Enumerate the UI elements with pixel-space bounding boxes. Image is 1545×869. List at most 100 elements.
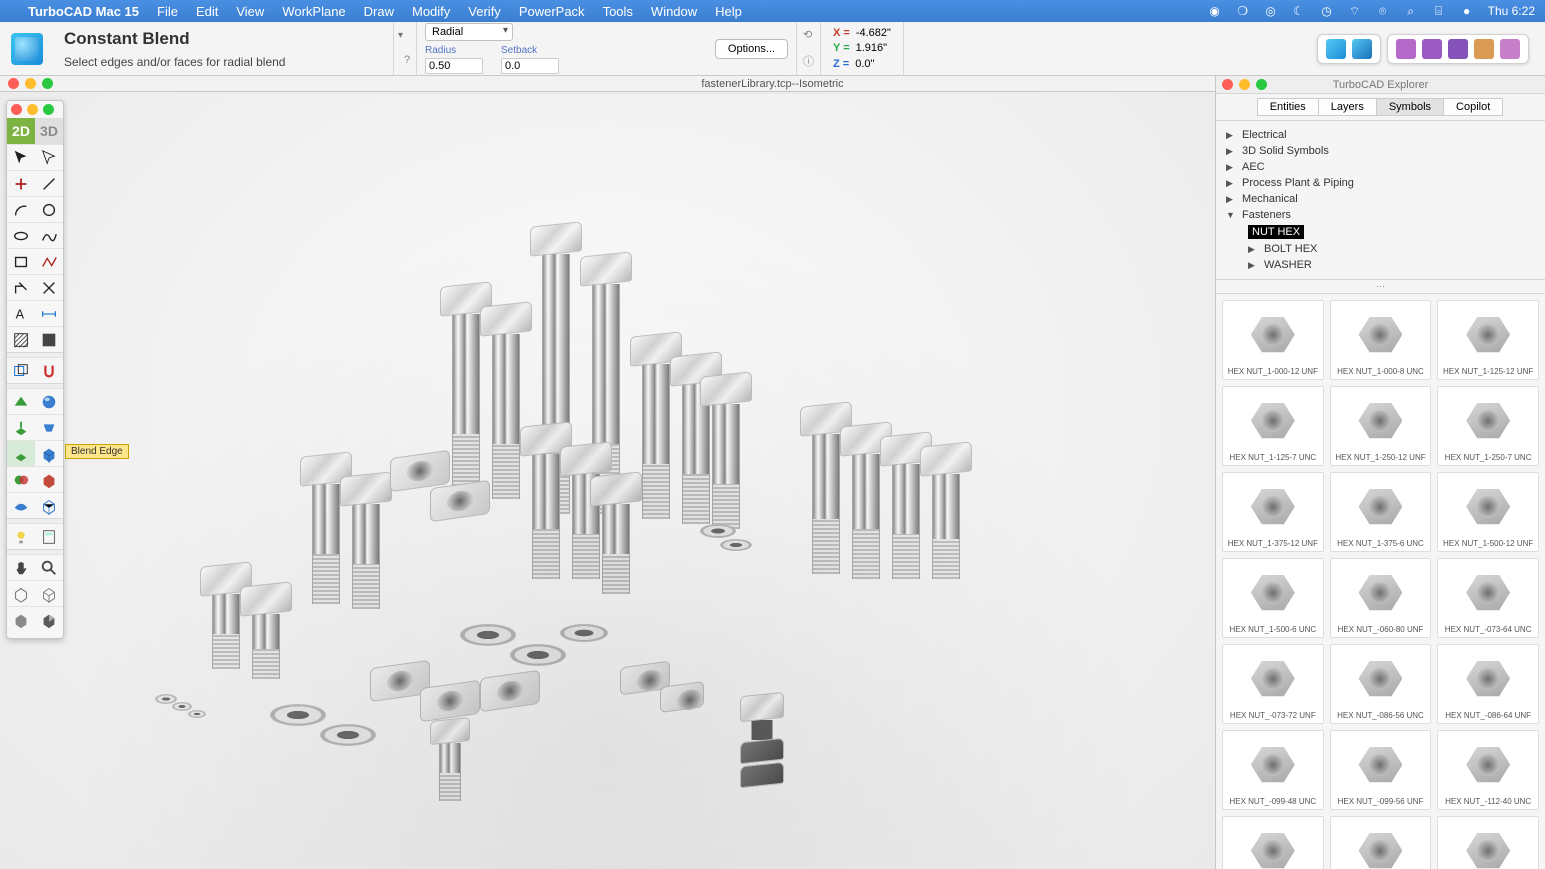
symbol-thumbnail[interactable]: HEX NUT_-099-48 UNC bbox=[1222, 730, 1324, 810]
tree-resize-handle[interactable]: ⋯ bbox=[1216, 280, 1545, 294]
transform-tool[interactable] bbox=[7, 357, 35, 383]
symbol-thumbnail[interactable]: HEX NUT_1-000-8 UNC bbox=[1330, 300, 1432, 380]
polyline-tool[interactable] bbox=[35, 248, 63, 274]
mode-3d-tab[interactable]: 3D bbox=[35, 118, 63, 144]
rect-tool[interactable] bbox=[7, 248, 35, 274]
symbol-thumbnail[interactable]: HEX NUT_1-125-7 UNC bbox=[1222, 386, 1324, 466]
calc-tool[interactable] bbox=[35, 523, 63, 549]
symbol-thumbnail[interactable]: HEX NUT_1-250-7 UNC bbox=[1437, 386, 1539, 466]
point-tool[interactable] bbox=[7, 170, 35, 196]
symbol-thumbnail[interactable]: HEX NUT_1-000-12 UNF bbox=[1222, 300, 1324, 380]
boolean-subtract-tool[interactable] bbox=[35, 466, 63, 492]
symbol-thumbnail[interactable]: HEX NUT_-112-40 UNC bbox=[1437, 730, 1539, 810]
chamfer-tool[interactable] bbox=[7, 274, 35, 300]
app-name[interactable]: TurboCAD Mac 15 bbox=[28, 4, 139, 19]
blend-edge-tool[interactable]: Blend Edge bbox=[7, 440, 35, 466]
mode-2d-tab[interactable]: 2D bbox=[7, 118, 35, 144]
symbol-thumbnail[interactable]: HEX NUT_-112-48 UNF bbox=[1222, 816, 1324, 869]
menu-modify[interactable]: Modify bbox=[412, 4, 450, 19]
symbol-thumbnail[interactable]: HEX NUT_-086-56 UNC bbox=[1330, 644, 1432, 724]
line-tool[interactable] bbox=[35, 170, 63, 196]
toolbar-minimize-button[interactable] bbox=[27, 104, 38, 115]
tree-item-child[interactable]: ▶WASHER bbox=[1226, 257, 1535, 273]
tab-entities[interactable]: Entities bbox=[1257, 98, 1319, 116]
help-icon[interactable]: ? bbox=[398, 53, 412, 67]
status-icon-1[interactable]: ◉ bbox=[1208, 4, 1222, 18]
tray-icon-1[interactable] bbox=[1326, 39, 1346, 59]
symbol-thumbnail[interactable]: HEX NUT_-060-80 UNF bbox=[1330, 558, 1432, 638]
tray-cam-2[interactable] bbox=[1422, 39, 1442, 59]
wireframe-view-tool[interactable] bbox=[7, 580, 35, 606]
tab-symbols[interactable]: Symbols bbox=[1376, 98, 1444, 116]
options-button[interactable]: Options... bbox=[715, 39, 788, 59]
mesh-tool[interactable] bbox=[35, 492, 63, 518]
notification-icon[interactable]: ● bbox=[1460, 4, 1474, 18]
clock-icon[interactable]: ◷ bbox=[1320, 4, 1334, 18]
tree-item[interactable]: ▶Electrical bbox=[1226, 127, 1535, 143]
tree-item-child[interactable]: NUT HEX bbox=[1226, 223, 1535, 241]
spline-tool[interactable] bbox=[35, 222, 63, 248]
extrude-tool[interactable] bbox=[7, 414, 35, 440]
dropdown-toggle-icon[interactable]: ▾ bbox=[398, 30, 412, 41]
tray-cam-4[interactable] bbox=[1474, 39, 1494, 59]
symbol-thumbnail[interactable]: HEX NUT_1-125-12 UNF bbox=[1437, 300, 1539, 380]
info-icon[interactable]: ⓘ bbox=[803, 53, 814, 69]
fill-tool[interactable] bbox=[35, 326, 63, 352]
trim-tool[interactable] bbox=[35, 274, 63, 300]
select-alt-tool[interactable] bbox=[35, 144, 63, 170]
toolbar-maximize-button[interactable] bbox=[43, 104, 54, 115]
tree-item[interactable]: ▶AEC bbox=[1226, 159, 1535, 175]
maximize-window-button[interactable] bbox=[42, 78, 53, 89]
iso-view-tool[interactable] bbox=[35, 580, 63, 606]
status-icon-2[interactable]: ❍ bbox=[1236, 4, 1250, 18]
symbol-thumbnail[interactable]: HEX NUT_-073-72 UNF bbox=[1222, 644, 1324, 724]
status-icon-3[interactable]: ◎ bbox=[1264, 4, 1278, 18]
hatch-tool[interactable] bbox=[7, 326, 35, 352]
polygon-3d-tool[interactable] bbox=[7, 388, 35, 414]
wifi-icon[interactable]: ⌔ bbox=[1348, 4, 1362, 18]
thumbnail-scroll[interactable]: HEX NUT_1-000-12 UNFHEX NUT_1-000-8 UNCH… bbox=[1216, 294, 1545, 869]
link-icon[interactable]: ⟲ bbox=[803, 28, 814, 41]
loft-tool[interactable] bbox=[35, 414, 63, 440]
tree-item[interactable]: ▶Mechanical bbox=[1226, 191, 1535, 207]
symbol-thumbnail[interactable]: HEX NUT_1-375-12 UNF bbox=[1222, 472, 1324, 552]
tray-cam-5[interactable] bbox=[1500, 39, 1520, 59]
box-tool[interactable] bbox=[35, 440, 63, 466]
zoom-tool[interactable] bbox=[35, 554, 63, 580]
panel-maximize-button[interactable] bbox=[1256, 79, 1267, 90]
symbol-thumbnail[interactable]: HEX NUT_1-250-12 UNF bbox=[1330, 386, 1432, 466]
menu-powerpack[interactable]: PowerPack bbox=[519, 4, 585, 19]
dimension-tool[interactable] bbox=[35, 300, 63, 326]
symbol-thumbnail[interactable]: HEX NUT_-125-40 UNC bbox=[1330, 816, 1432, 869]
menu-tools[interactable]: Tools bbox=[603, 4, 633, 19]
tray-cam-3[interactable] bbox=[1448, 39, 1468, 59]
ellipse-tool[interactable] bbox=[7, 222, 35, 248]
menu-workplane[interactable]: WorkPlane bbox=[282, 4, 345, 19]
user-icon[interactable]: ⌾ bbox=[1376, 4, 1390, 18]
minimize-window-button[interactable] bbox=[25, 78, 36, 89]
tray-cam-1[interactable] bbox=[1396, 39, 1416, 59]
menu-verify[interactable]: Verify bbox=[468, 4, 501, 19]
boolean-union-tool[interactable] bbox=[7, 466, 35, 492]
symbol-thumbnail[interactable]: HEX NUT_1-500-6 UNC bbox=[1222, 558, 1324, 638]
sphere-tool[interactable] bbox=[35, 388, 63, 414]
menu-draw[interactable]: Draw bbox=[364, 4, 394, 19]
control-center-icon[interactable]: ⌸ bbox=[1432, 4, 1446, 18]
tray-icon-2[interactable] bbox=[1352, 39, 1372, 59]
search-icon[interactable]: ⌕ bbox=[1404, 4, 1418, 18]
symbol-thumbnail[interactable]: HEX NUT_1-375-6 UNC bbox=[1330, 472, 1432, 552]
menu-help[interactable]: Help bbox=[715, 4, 742, 19]
panel-close-button[interactable] bbox=[1222, 79, 1233, 90]
tree-item-child[interactable]: ▶BOLT HEX bbox=[1226, 241, 1535, 257]
symbol-thumbnail[interactable]: HEX NUT_-099-56 UNF bbox=[1330, 730, 1432, 810]
tab-copilot[interactable]: Copilot bbox=[1443, 98, 1503, 116]
blend-type-dropdown[interactable]: Radial bbox=[425, 23, 513, 41]
moon-icon[interactable]: ☾ bbox=[1292, 4, 1306, 18]
menu-view[interactable]: View bbox=[236, 4, 264, 19]
menubar-clock[interactable]: Thu 6:22 bbox=[1488, 4, 1535, 18]
symbol-thumbnail[interactable]: HEX NUT_1-500-12 UNF bbox=[1437, 472, 1539, 552]
radius-input[interactable] bbox=[425, 58, 483, 74]
viewport-canvas[interactable] bbox=[0, 94, 1215, 869]
tab-layers[interactable]: Layers bbox=[1318, 98, 1377, 116]
symbol-thumbnail[interactable]: HEX NUT_-073-64 UNC bbox=[1437, 558, 1539, 638]
